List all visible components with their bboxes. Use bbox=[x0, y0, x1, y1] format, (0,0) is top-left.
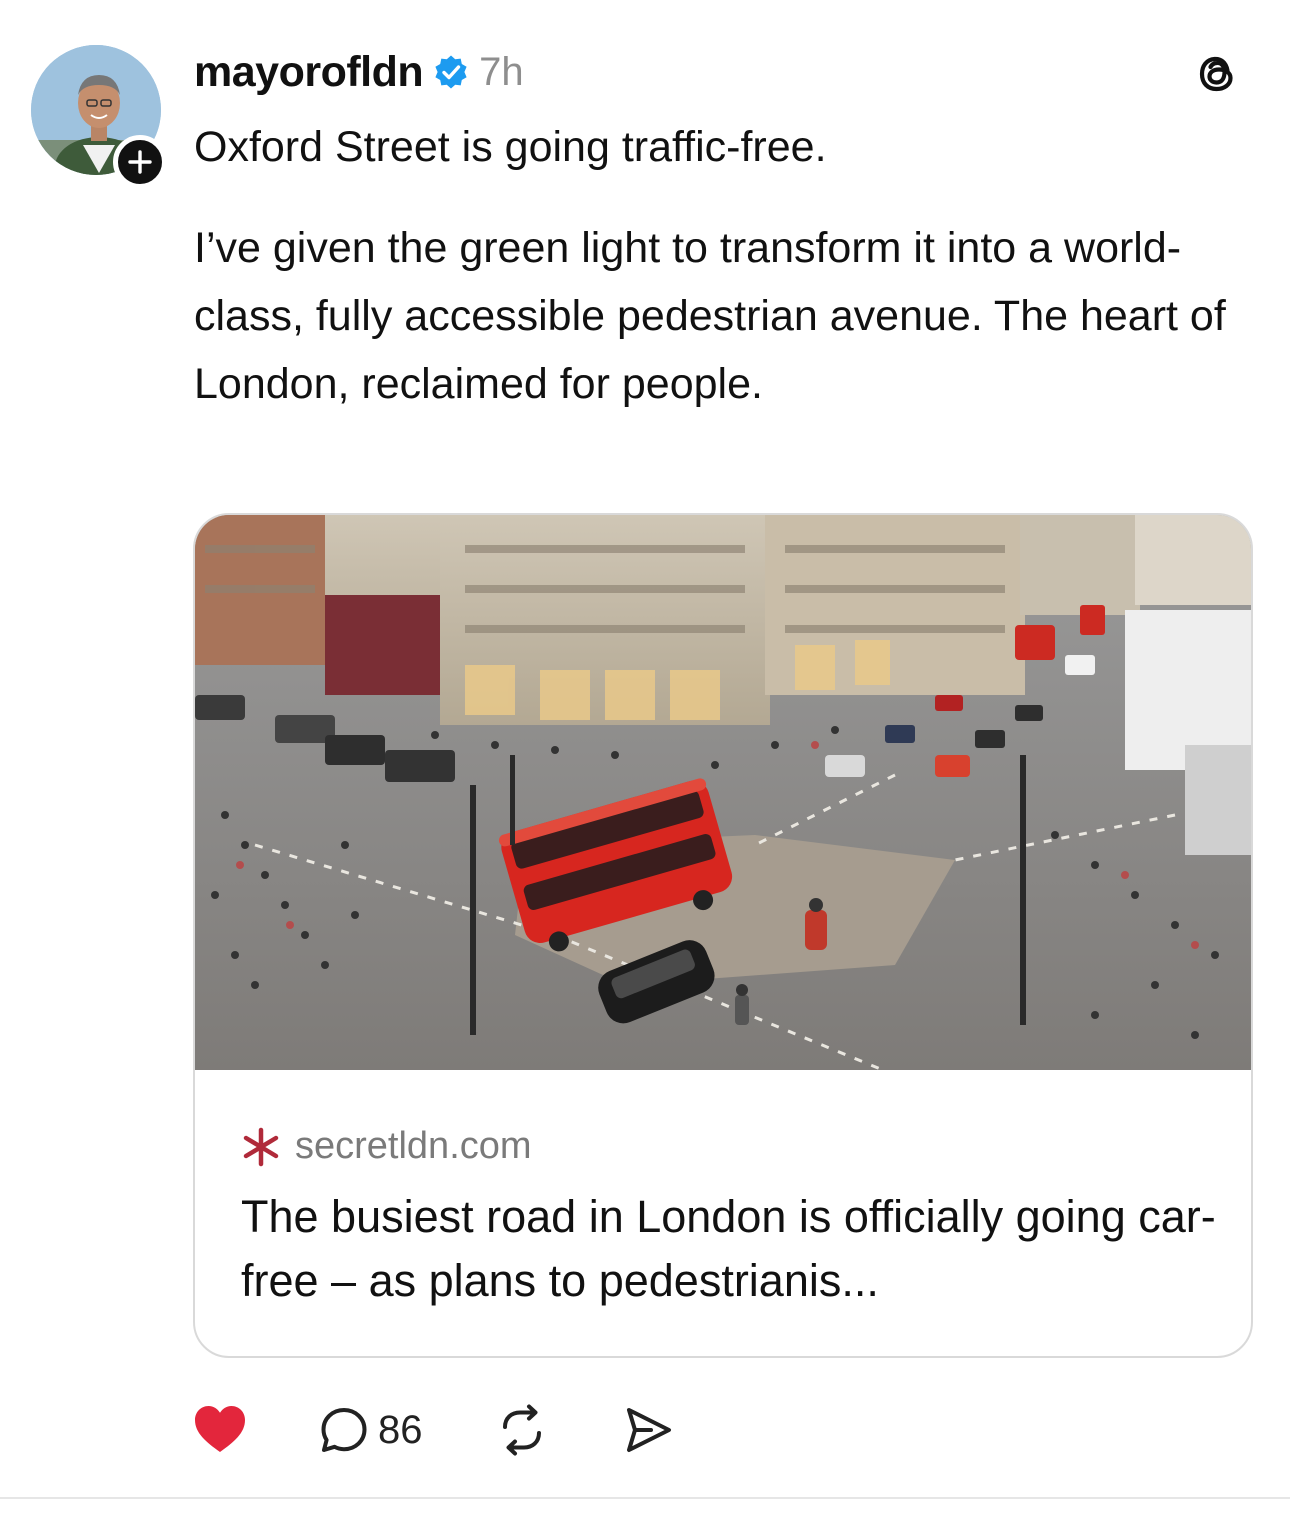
link-preview-image bbox=[195, 515, 1251, 1070]
post-header: mayorofldn 7h bbox=[194, 44, 524, 100]
repost-button[interactable] bbox=[495, 1403, 549, 1457]
username[interactable]: mayorofldn bbox=[194, 48, 424, 97]
reply-button[interactable]: 86 bbox=[318, 1404, 423, 1456]
verified-badge-icon bbox=[433, 54, 469, 90]
author-avatar-container[interactable] bbox=[31, 45, 167, 189]
post-text-paragraph: Oxford Street is going traffic-free. bbox=[194, 123, 827, 171]
asterisk-icon bbox=[241, 1127, 281, 1167]
like-button[interactable] bbox=[192, 1402, 248, 1458]
heart-icon bbox=[195, 1406, 245, 1452]
threads-logo-icon[interactable] bbox=[1192, 48, 1242, 98]
link-preview-card[interactable]: secretldn.com The busiest road in London… bbox=[193, 513, 1253, 1358]
post-text-paragraph: I’ve given the green light to transform … bbox=[194, 224, 1226, 408]
post-timestamp: 7h bbox=[479, 49, 524, 94]
repost-icon bbox=[502, 1404, 541, 1456]
follow-button[interactable] bbox=[113, 135, 167, 189]
link-domain: secretldn.com bbox=[295, 1125, 532, 1167]
share-button[interactable] bbox=[621, 1403, 675, 1457]
link-source: secretldn.com bbox=[241, 1125, 532, 1168]
post-divider bbox=[0, 1497, 1290, 1499]
post-actions-bar: 86 bbox=[192, 1400, 675, 1460]
speech-bubble-icon bbox=[321, 1408, 367, 1452]
link-title[interactable]: The busiest road in London is officially… bbox=[241, 1185, 1221, 1313]
send-icon bbox=[626, 1408, 671, 1452]
reply-count: 86 bbox=[378, 1407, 423, 1452]
plus-icon bbox=[128, 150, 152, 174]
